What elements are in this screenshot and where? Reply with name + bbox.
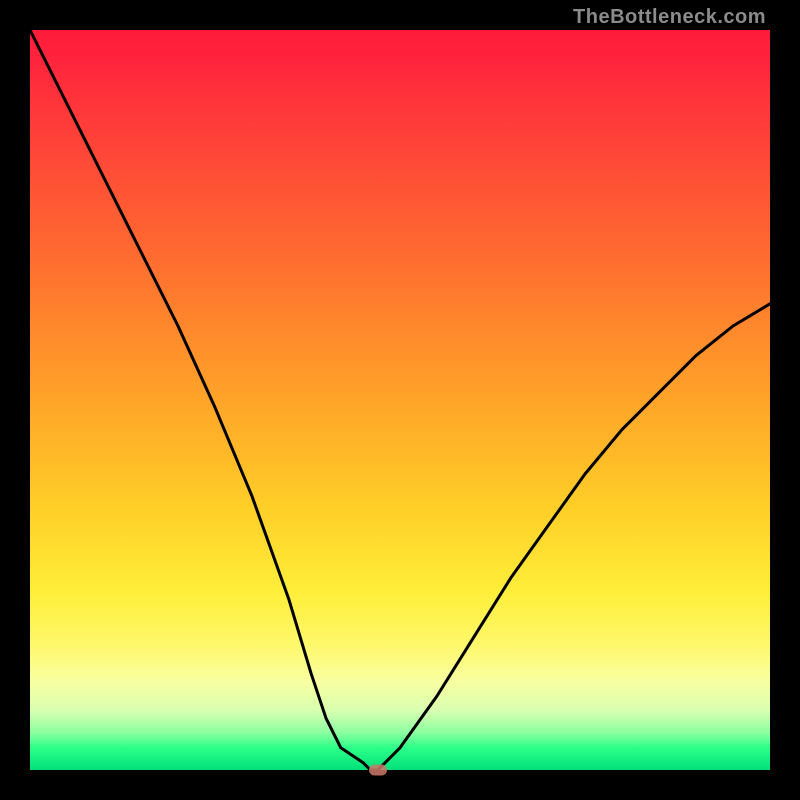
bottleneck-curve: [30, 30, 770, 770]
plot-area: [30, 30, 770, 770]
chart-frame: TheBottleneck.com: [0, 0, 800, 800]
optimal-marker: [369, 765, 387, 776]
watermark-label: TheBottleneck.com: [573, 6, 766, 29]
